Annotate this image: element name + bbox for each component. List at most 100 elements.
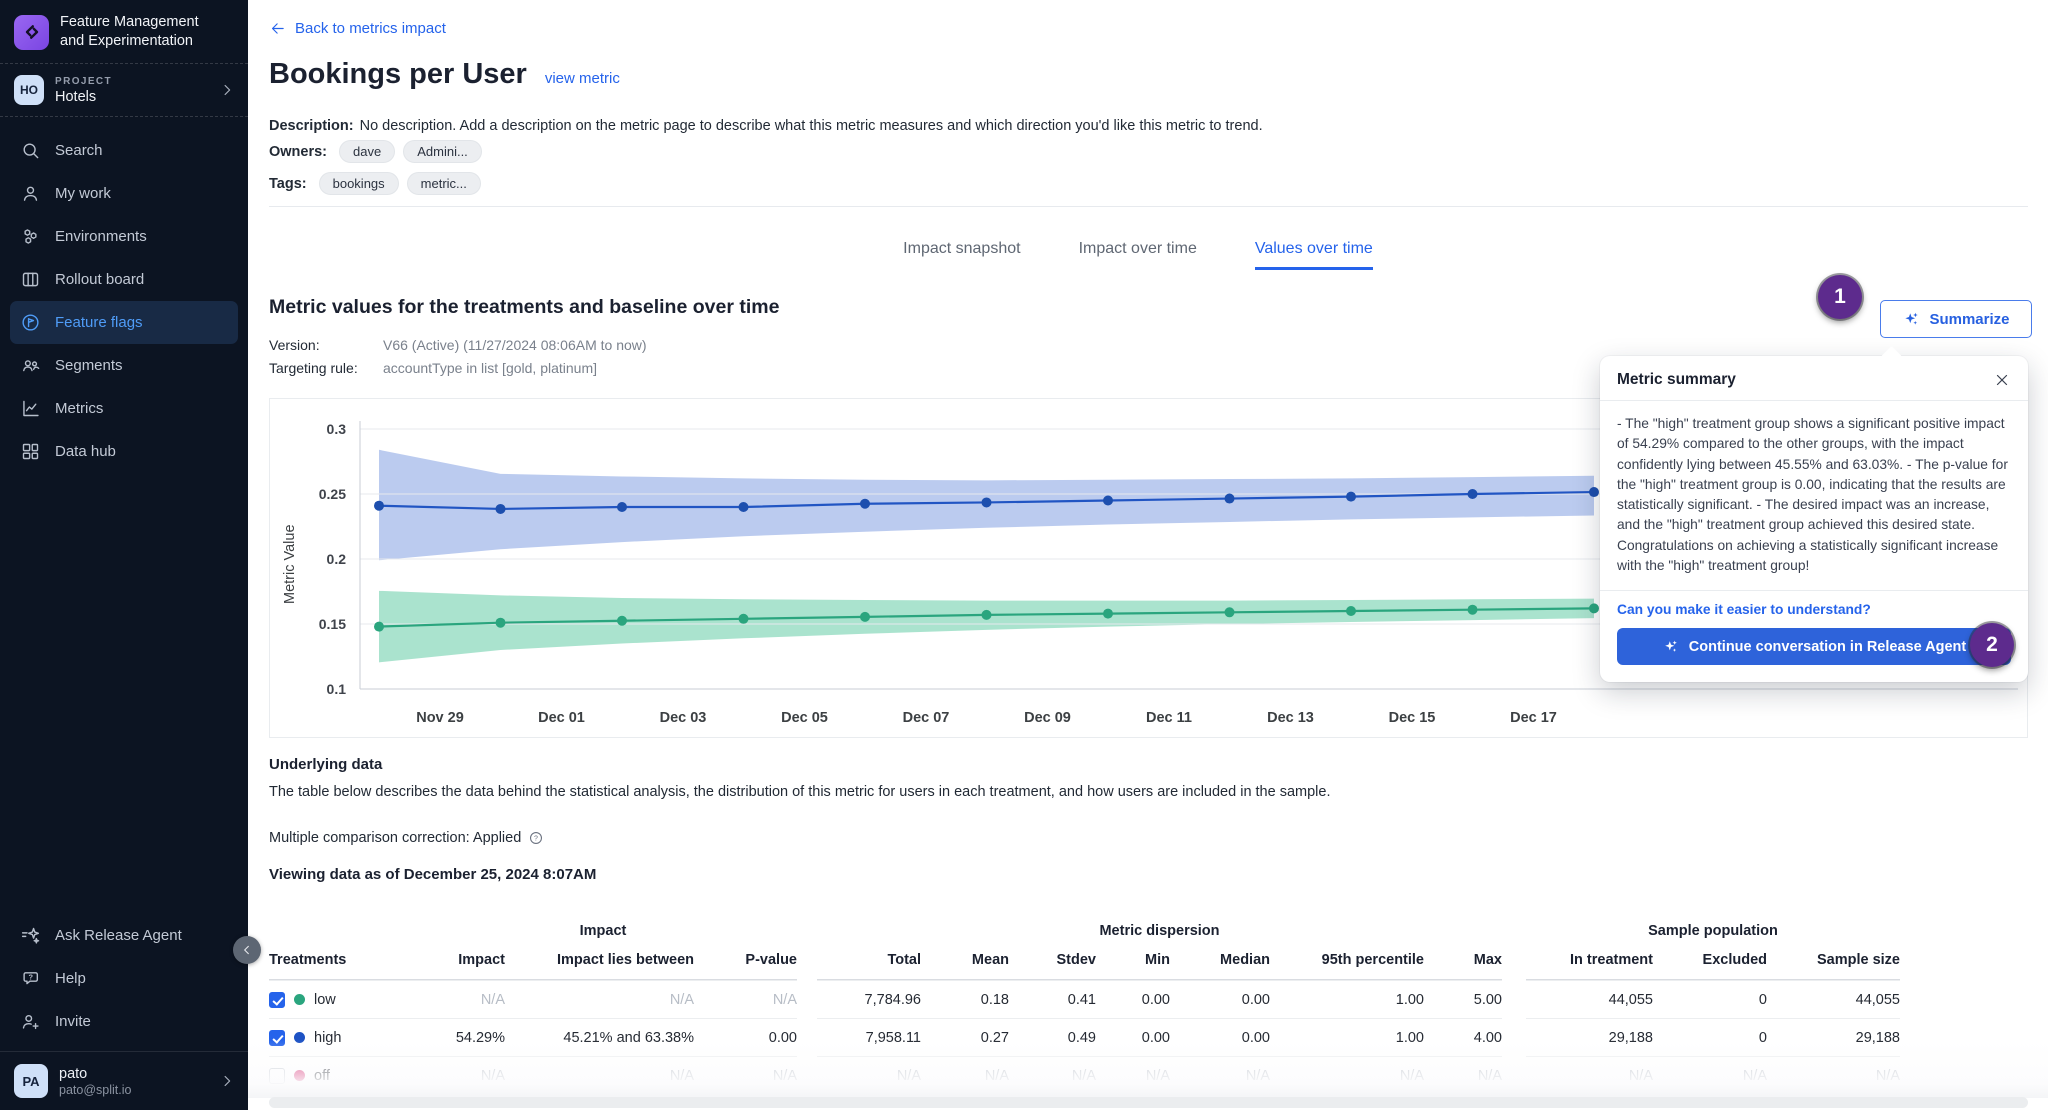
info-icon[interactable]: ? xyxy=(528,830,544,846)
owner-pill[interactable]: dave xyxy=(339,140,395,163)
table-group-header: Metric dispersion xyxy=(817,923,1502,939)
table-cell: 0.00 xyxy=(694,1018,797,1056)
treatment-label: off xyxy=(314,1068,330,1084)
summarize-button[interactable]: Summarize xyxy=(1880,300,2032,338)
table-column-header: Max xyxy=(1424,944,1502,980)
tags-label: Tags: xyxy=(269,176,307,192)
svg-text:Dec 01: Dec 01 xyxy=(538,710,585,726)
easier-to-understand-link[interactable]: Can you make it easier to understand? xyxy=(1617,602,2011,617)
sidebar-item-search[interactable]: Search xyxy=(10,129,238,172)
table-cell: 0.00 xyxy=(1170,1018,1270,1056)
sidebar-item-ask-release-agent[interactable]: Ask Release Agent xyxy=(10,914,238,957)
table-cell: N/A xyxy=(1424,1056,1502,1094)
view-metric-link[interactable]: view metric xyxy=(545,70,620,87)
sparkle-lines-icon xyxy=(20,925,41,946)
table-cell: 45.21% and 63.38% xyxy=(505,1018,694,1056)
sidebar-item-help[interactable]: ?Help xyxy=(10,957,238,1000)
sidebar-item-label: Invite xyxy=(55,1013,91,1030)
table-cell: N/A xyxy=(1767,1056,1900,1094)
svg-text:0.1: 0.1 xyxy=(327,681,347,697)
main-content: Back to metrics impact Bookings per User… xyxy=(248,0,2048,1110)
sidebar-item-invite[interactable]: Invite xyxy=(10,1000,238,1043)
description-row: Description:No description. Add a descri… xyxy=(269,118,1263,134)
sidebar-item-segments[interactable]: Segments xyxy=(10,344,238,387)
table-cell: N/A xyxy=(1270,1056,1424,1094)
metric-summary-popup: Metric summary - The "high" treatment gr… xyxy=(1600,356,2028,682)
sidebar-item-label: Search xyxy=(55,142,103,159)
underlying-data-description: The table below describes the data behin… xyxy=(269,784,1331,800)
section-heading: Metric values for the treatments and bas… xyxy=(269,296,779,319)
table-column-header: Excluded xyxy=(1653,944,1767,980)
table-cell: N/A xyxy=(817,1056,921,1094)
back-arrow-icon xyxy=(269,20,286,37)
table-column-header: Median xyxy=(1170,944,1270,980)
table-cell: 5.00 xyxy=(1424,980,1502,1018)
sidebar-item-my-work[interactable]: My work xyxy=(10,172,238,215)
sidebar-collapse-handle[interactable] xyxy=(233,936,261,964)
table-cell: 0.18 xyxy=(921,980,1009,1018)
table-cell: N/A xyxy=(1526,1056,1653,1094)
user-name: pato xyxy=(59,1066,131,1082)
svg-text:Dec 07: Dec 07 xyxy=(903,710,950,726)
horizontal-scrollbar[interactable] xyxy=(269,1097,2028,1108)
table-group-header: Sample population xyxy=(1526,923,1900,939)
svg-text:Dec 13: Dec 13 xyxy=(1267,710,1314,726)
table-cell: 54.29% xyxy=(409,1018,505,1056)
grid-icon xyxy=(20,441,41,462)
table-column-header: Sample size xyxy=(1767,944,1900,980)
avatar: PA xyxy=(14,1064,48,1098)
svg-text:Dec 05: Dec 05 xyxy=(781,710,828,726)
table-cell: N/A xyxy=(505,980,694,1018)
chevron-right-icon xyxy=(218,1072,236,1090)
user-email: pato@split.io xyxy=(59,1083,131,1097)
sidebar-item-label: Data hub xyxy=(55,443,116,460)
svg-text:Dec 17: Dec 17 xyxy=(1510,710,1557,726)
table-cell: N/A xyxy=(694,1056,797,1094)
sidebar-item-feature-flags[interactable]: Feature flags xyxy=(10,301,238,344)
table-cell: 1.00 xyxy=(1270,1018,1424,1056)
split-logo-icon xyxy=(14,15,49,50)
project-switcher[interactable]: HO PROJECT Hotels xyxy=(0,64,248,116)
close-icon[interactable] xyxy=(1993,371,2011,389)
treatment-checkbox-low[interactable] xyxy=(269,992,285,1008)
table-cell: 0.27 xyxy=(921,1018,1009,1056)
table-cell: N/A xyxy=(505,1056,694,1094)
sidebar-item-rollout-board[interactable]: Rollout board xyxy=(10,258,238,301)
project-label: PROJECT xyxy=(55,76,112,87)
back-link[interactable]: Back to metrics impact xyxy=(269,20,446,37)
tab-impact-over-time[interactable]: Impact over time xyxy=(1079,240,1197,270)
project-name: Hotels xyxy=(55,89,112,105)
svg-text:?: ? xyxy=(28,973,33,982)
owner-pill[interactable]: Admini... xyxy=(403,140,482,163)
sidebar-item-environments[interactable]: Environments xyxy=(10,215,238,258)
table-column-header: Treatments xyxy=(269,944,409,980)
targeting-rule-value: accountType in list [gold, platinum] xyxy=(383,357,597,380)
sidebar-item-data-hub[interactable]: Data hub xyxy=(10,430,238,473)
popup-body: - The "high" treatment group shows a sig… xyxy=(1600,401,2028,591)
svg-text:0.3: 0.3 xyxy=(327,421,347,437)
tab-values-over-time[interactable]: Values over time xyxy=(1255,240,1373,270)
table-cell: 0.41 xyxy=(1009,980,1096,1018)
table-column-header: Min xyxy=(1096,944,1170,980)
treatment-checkbox-off[interactable] xyxy=(269,1068,285,1084)
continue-conversation-button[interactable]: Continue conversation in Release Agent xyxy=(1617,628,2011,665)
sidebar-item-metrics[interactable]: Metrics xyxy=(10,387,238,430)
flag-circle-icon xyxy=(20,312,41,333)
columns-icon xyxy=(20,269,41,290)
step-1-badge: 1 xyxy=(1818,275,1862,319)
table-group-header: Impact xyxy=(409,923,797,939)
tag-pill[interactable]: bookings xyxy=(319,172,399,195)
svg-text:Dec 11: Dec 11 xyxy=(1146,710,1192,726)
app-title: Feature Management and Experimentation xyxy=(60,13,199,51)
tab-impact-snapshot[interactable]: Impact snapshot xyxy=(903,240,1020,270)
table-cell: N/A xyxy=(921,1056,1009,1094)
table-column-header: Total xyxy=(817,944,921,980)
table-cell: 0.00 xyxy=(1170,980,1270,1018)
tags-pills: bookings metric... xyxy=(319,172,481,195)
table-cell: 0 xyxy=(1653,980,1767,1018)
treatment-checkbox-high[interactable] xyxy=(269,1030,285,1046)
tag-pill[interactable]: metric... xyxy=(407,172,481,195)
user-menu[interactable]: PA pato pato@split.io xyxy=(0,1051,248,1110)
owners-pills: dave Admini... xyxy=(339,140,482,163)
underlying-table: Impact Metric dispersion Sample population… xyxy=(269,918,1900,1094)
